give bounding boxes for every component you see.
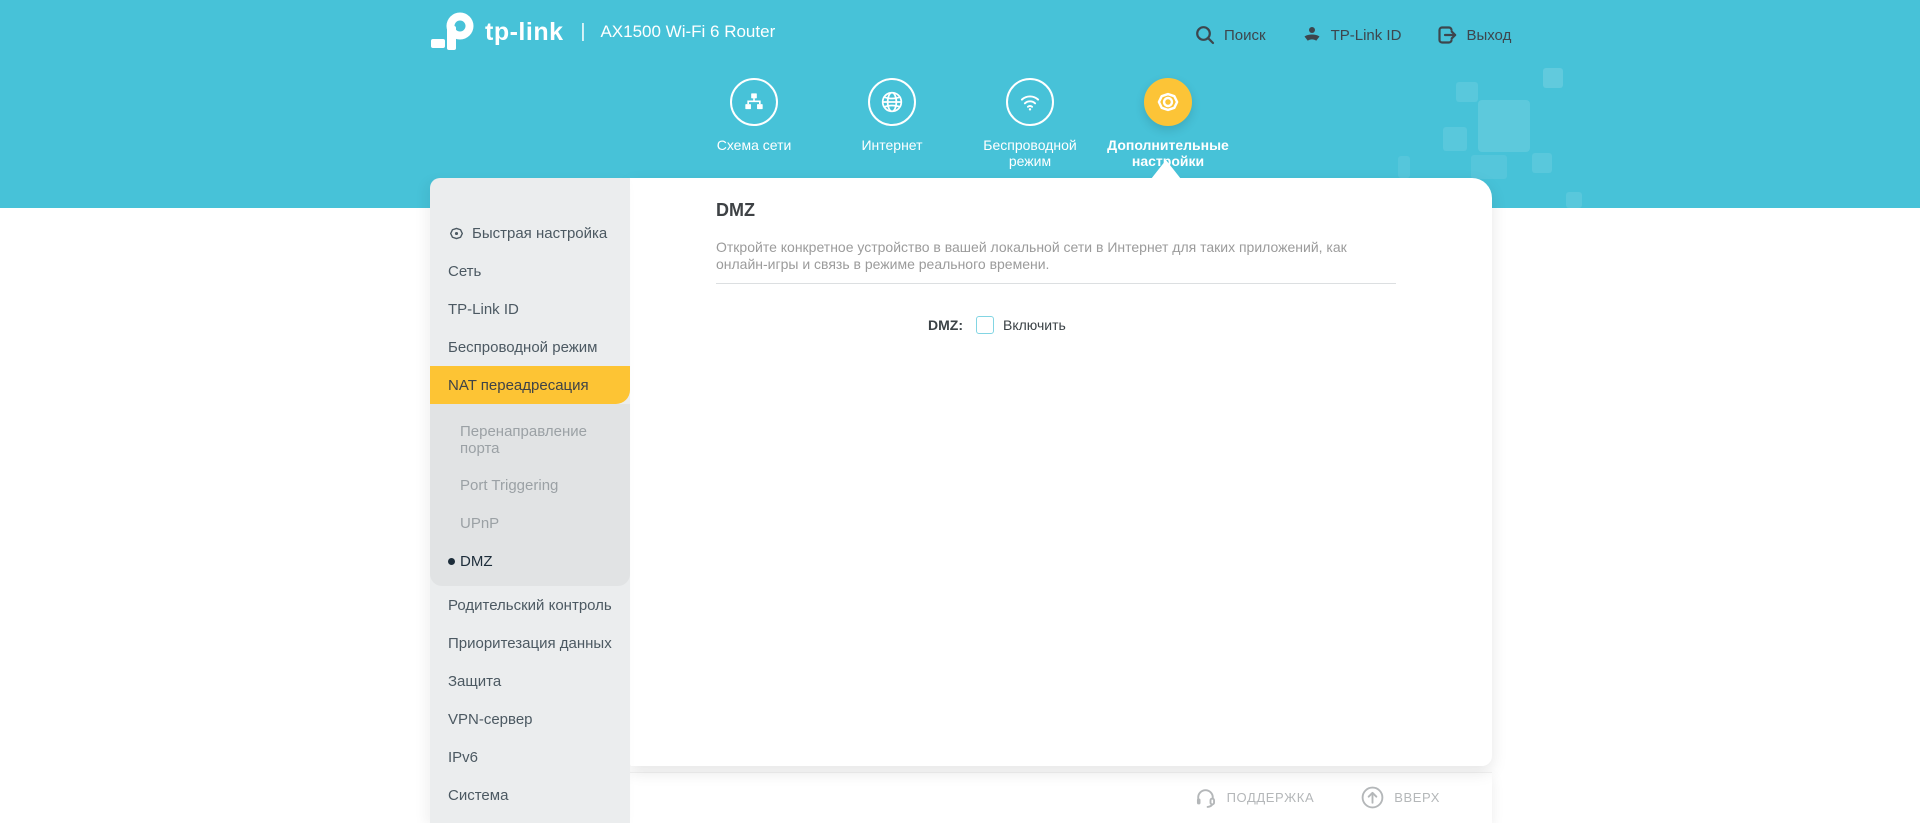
sidebar-item-label: Беспроводной режим [448,338,598,356]
search-icon [1194,24,1216,46]
tab-label: Беспроводной режим [983,137,1077,169]
search-label: Поиск [1224,26,1266,44]
support-button[interactable]: ПОДДЕРЖКА [1193,785,1315,810]
sidebar-item-wireless[interactable]: Беспроводной режим [430,328,630,366]
sidebar-item-label: Система [448,786,509,804]
decor-pixel [1471,155,1507,179]
sidebar-item-parental-controls[interactable]: Родительский контроль [430,586,630,624]
decor-pixel [1478,100,1530,152]
tab-label: Интернет [861,137,923,153]
page-description: Откройте конкретное устройство в вашей л… [716,239,1347,272]
header-actions: Поиск TP-Link ID Выход [1194,24,1511,46]
dmz-enable-row: DMZ: Включить [716,316,1066,334]
sidebar-item-label: Родительский контроль [448,596,612,614]
tab-advanced-settings[interactable]: Дополнительные настройки [1099,78,1237,169]
sidebar-item-label: NAT переадресация [448,376,589,394]
section-divider [716,283,1396,284]
sidebar-item-label: VPN-сервер [448,710,533,728]
sidebar-item-network[interactable]: Сеть [430,252,630,290]
sidebar-submenu-nat: Перенаправление порта Port Triggering UP… [430,404,630,586]
submenu-item-label: Перенаправление порта [460,423,587,457]
sidebar-item-ipv6[interactable]: IPv6 [430,738,630,776]
arrow-up-circle-icon [1360,785,1385,810]
brand: tp-link | AX1500 Wi-Fi 6 Router [430,12,775,52]
logout-icon [1436,24,1458,46]
decor-pixel [1566,192,1582,208]
tab-internet[interactable]: Интернет [823,78,961,169]
submenu-item-upnp[interactable]: UPnP [430,504,630,542]
sidebar-item-label: Приоритезация данных [448,634,612,652]
sidebar-item-label: TP-Link ID [448,300,519,318]
tplink-id-button[interactable]: TP-Link ID [1301,24,1402,46]
dmz-enable-checkbox-label[interactable]: Включить [1003,317,1066,333]
submenu-item-port-triggering[interactable]: Port Triggering [430,466,630,504]
search-button[interactable]: Поиск [1194,24,1266,46]
tab-wireless[interactable]: Беспроводной режим [961,78,1099,169]
submenu-item-dmz[interactable]: DMZ [430,542,630,580]
sidebar-item-label: IPv6 [448,748,479,766]
router-admin-page: tp-link | AX1500 Wi-Fi 6 Router Поиск TP… [0,0,1920,823]
content-panel: DMZ Откройте конкретное устройство в ваш… [630,178,1492,766]
decor-pixel [1398,156,1410,178]
sidebar-item-qos[interactable]: Приоритезация данных [430,624,630,662]
sidebar-item-vpn-server[interactable]: VPN-сервер [430,700,630,738]
sidebar-item-nat-forwarding[interactable]: NAT переадресация [430,366,630,404]
wifi-icon [1006,78,1054,126]
sidebar-item-system[interactable]: Система [430,776,630,814]
tab-network-map[interactable]: Схема сети [685,78,823,169]
dmz-enable-checkbox[interactable] [976,316,994,334]
main-nav: Схема сети Интернет Беспроводной режим Д… [685,78,1237,169]
sidebar-item-label: Защита [448,672,502,690]
tplink-id-label: TP-Link ID [1330,26,1402,44]
submenu-item-port-forwarding[interactable]: Перенаправление порта [430,414,630,466]
decor-pixel [1456,82,1478,102]
sidebar-item-label: Быстрая настройка [472,224,608,242]
scroll-to-top-button[interactable]: ВВЕРХ [1360,785,1440,810]
page-title: DMZ [716,200,755,220]
network-map-icon [730,78,778,126]
brand-separator: | [580,21,586,42]
gear-icon [1144,78,1192,126]
footer-bar: ПОДДЕРЖКА ВВЕРХ [630,772,1492,823]
router-model-title: AX1500 Wi-Fi 6 Router [600,22,776,41]
dmz-field-label: DMZ: [928,317,963,333]
brand-wordmark: tp-link [485,17,564,46]
decor-pixel [1443,127,1467,151]
logout-label: Выход [1466,26,1512,44]
bullet-dot-icon [448,557,455,565]
decor-pixel [1532,153,1552,173]
person-icon [1301,24,1323,46]
sidebar-item-quick-setup[interactable]: Быстрая настройка [430,214,630,252]
support-label: ПОДДЕРЖКА [1226,790,1315,805]
submenu-item-label: UPnP [460,514,500,532]
tab-label: Схема сети [716,137,792,153]
submenu-item-label: Port Triggering [460,476,559,494]
sidebar-item-tplink-id[interactable]: TP-Link ID [430,290,630,328]
globe-icon [868,78,916,126]
scroll-top-label: ВВЕРХ [1394,790,1440,805]
tp-link-logo-icon [430,12,476,52]
gear-outline-icon [448,225,465,242]
sidebar-item-security[interactable]: Защита [430,662,630,700]
sidebar-item-label: Сеть [448,262,482,280]
tab-label: Дополнительные настройки [1107,137,1229,169]
headset-icon [1193,785,1218,810]
logout-button[interactable]: Выход [1436,24,1511,46]
submenu-item-label: DMZ [460,552,493,570]
sidebar: Быстрая настройка Сеть TP-Link ID Беспро… [430,178,630,823]
decor-pixel [1543,68,1563,88]
